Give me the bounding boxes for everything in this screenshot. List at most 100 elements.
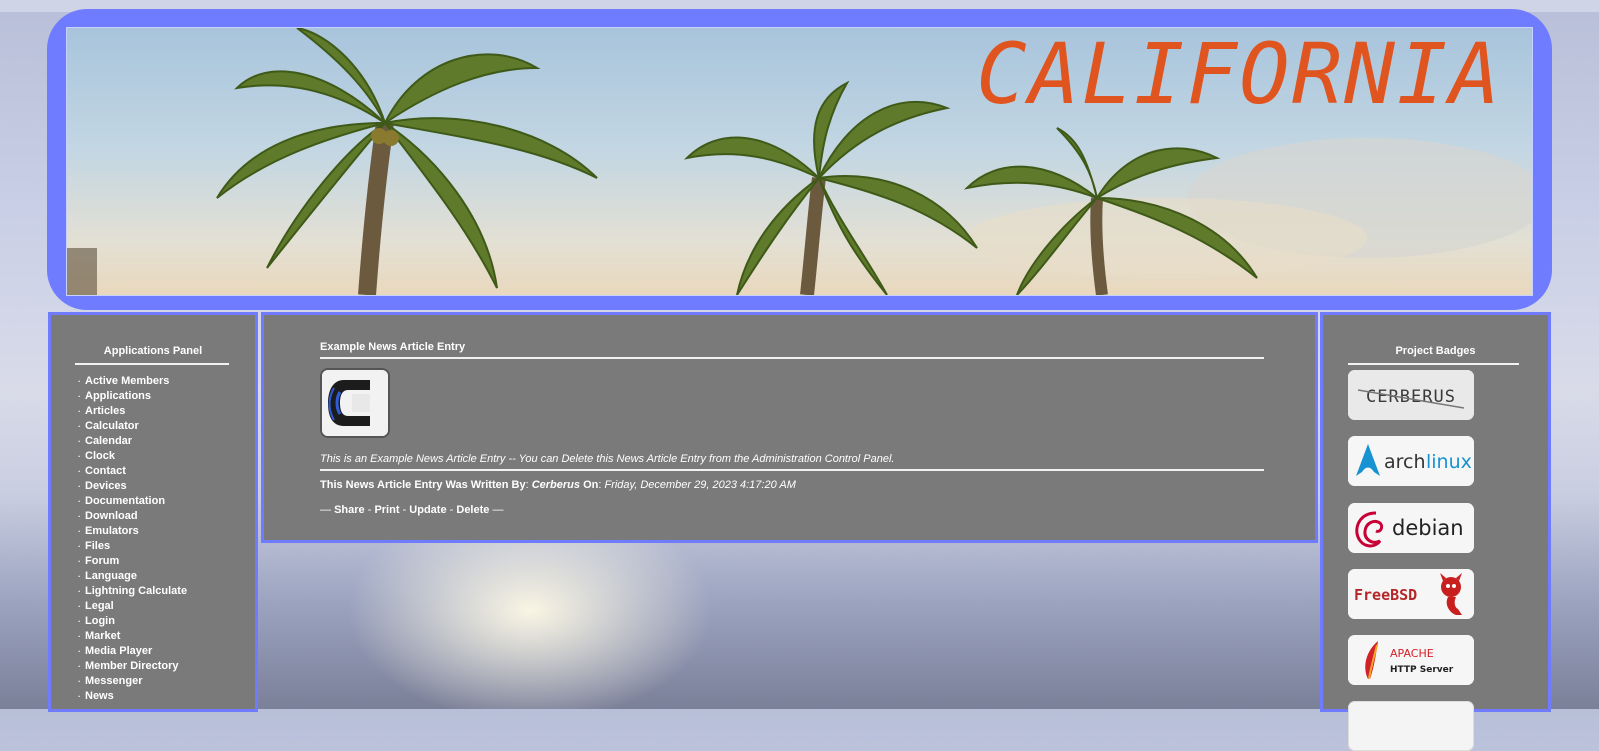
app-link-label: News xyxy=(85,690,114,702)
app-link-label: Calendar xyxy=(85,435,133,447)
update-link[interactable]: Update xyxy=(409,504,446,516)
bullet-icon: · xyxy=(78,632,81,641)
app-link-label: Emulators xyxy=(85,525,139,537)
apache-badge-text-a: APACHE xyxy=(1390,647,1434,660)
bullet-icon: · xyxy=(78,437,81,446)
app-link-label: Active Members xyxy=(85,375,170,387)
bullet-icon: · xyxy=(78,587,81,596)
article-date: Friday, December 29, 2023 4:17:20 AM xyxy=(604,479,796,491)
site-header: CALIFORNIA xyxy=(47,9,1552,310)
app-link-label: Download xyxy=(85,510,138,522)
app-link-contact[interactable]: · Contact xyxy=(78,464,187,479)
article-body: This is an Example News Article Entry --… xyxy=(320,453,895,465)
bullet-icon: · xyxy=(78,647,81,656)
app-link-label: Messenger xyxy=(85,675,143,687)
written-by-label: This News Article Entry Was Written By xyxy=(320,479,526,491)
news-article-panel: Example News Article Entry This is an Ex… xyxy=(261,312,1318,543)
freebsd-badge[interactable]: FreeBSD xyxy=(1348,569,1474,619)
debian-badge-text: debian xyxy=(1392,516,1464,540)
app-link-news[interactable]: · News xyxy=(78,689,187,704)
app-link-label: Devices xyxy=(85,480,127,492)
app-link-forum[interactable]: · Forum xyxy=(78,554,187,569)
project-badges-title: Project Badges xyxy=(1395,345,1476,357)
bullet-icon: · xyxy=(78,602,81,611)
app-link-login[interactable]: · Login xyxy=(78,614,187,629)
project-badges-panel: Project Badges CERBERUS arch linux debia… xyxy=(1320,312,1551,751)
app-link-member-directory[interactable]: · Member Directory xyxy=(78,659,187,674)
app-link-media-player[interactable]: · Media Player xyxy=(78,644,187,659)
on-label: On xyxy=(583,479,599,491)
app-link-emulators[interactable]: · Emulators xyxy=(78,524,187,539)
app-link-active-members[interactable]: · Active Members xyxy=(78,374,187,389)
app-link-language[interactable]: · Language xyxy=(78,569,187,584)
app-link-legal[interactable]: · Legal xyxy=(78,599,187,614)
actions-lead-dash: — xyxy=(320,504,331,516)
actions-separator: - xyxy=(402,504,407,516)
archlinux-badge-text-a: arch xyxy=(1384,451,1426,473)
panel-title-rule xyxy=(75,363,229,365)
banner-image: CALIFORNIA xyxy=(66,27,1533,296)
bullet-icon: · xyxy=(78,392,81,401)
app-link-applications[interactable]: · Applications xyxy=(78,389,187,404)
app-link-clock[interactable]: · Clock xyxy=(78,449,187,464)
apache-badge[interactable]: APACHE HTTP Server xyxy=(1348,635,1474,685)
freebsd-badge-text: FreeBSD xyxy=(1354,586,1417,604)
print-link[interactable]: Print xyxy=(374,504,399,516)
app-link-calculator[interactable]: · Calculator xyxy=(78,419,187,434)
apache-badge-text-b: HTTP Server xyxy=(1390,665,1454,675)
archlinux-badge-text-b: linux xyxy=(1426,451,1472,473)
article-title-rule xyxy=(320,357,1264,359)
share-link[interactable]: Share xyxy=(334,504,365,516)
bullet-icon: · xyxy=(78,407,81,416)
app-link-label: Media Player xyxy=(85,645,153,657)
article-actions: — Share - Print - Update - Delete — xyxy=(320,504,503,516)
banner-title: CALIFORNIA xyxy=(976,27,1502,123)
bullet-icon: · xyxy=(78,542,81,551)
bullet-icon: · xyxy=(78,512,81,521)
archlinux-badge[interactable]: arch linux xyxy=(1348,436,1474,486)
app-link-label: Lightning Calculate xyxy=(85,585,188,597)
bullet-icon: · xyxy=(78,572,81,581)
app-link-label: Login xyxy=(85,615,115,627)
bullet-icon: · xyxy=(78,557,81,566)
app-link-label: Files xyxy=(85,540,111,552)
applications-list: · Active Members · Applications · Articles · Ca… xyxy=(78,374,187,704)
delete-link[interactable]: Delete xyxy=(456,504,489,516)
bullet-icon: · xyxy=(78,692,81,701)
app-link-label: Articles xyxy=(85,405,126,417)
cerberus-badge[interactable]: CERBERUS xyxy=(1348,370,1474,420)
app-link-documentation[interactable]: · Documentation xyxy=(78,494,187,509)
article-author: Cerberus xyxy=(531,479,581,491)
app-link-label: Contact xyxy=(85,465,126,477)
app-link-download[interactable]: · Download xyxy=(78,509,187,524)
app-link-label: Legal xyxy=(85,600,114,612)
article-meta: This News Article Entry Was Written By: … xyxy=(320,479,796,491)
app-link-label: Member Directory xyxy=(85,660,179,672)
bullet-icon: · xyxy=(78,527,81,536)
bullet-icon: · xyxy=(78,497,81,506)
app-link-calendar[interactable]: · Calendar xyxy=(78,434,187,449)
app-link-lightning-calculate[interactable]: · Lightning Calculate xyxy=(78,584,187,599)
bullet-icon: · xyxy=(78,377,81,386)
app-link-label: Documentation xyxy=(85,495,166,507)
bullet-icon: · xyxy=(78,677,81,686)
actions-separator: - xyxy=(367,504,372,516)
app-link-devices[interactable]: · Devices xyxy=(78,479,187,494)
debian-badge[interactable]: debian xyxy=(1348,503,1474,553)
app-link-messenger[interactable]: · Messenger xyxy=(78,674,187,689)
app-link-articles[interactable]: · Articles xyxy=(78,404,187,419)
actions-trail-dash: — xyxy=(492,504,504,516)
app-link-label: Market xyxy=(85,630,121,642)
cerberus-logo-icon xyxy=(320,368,390,438)
bullet-icon: · xyxy=(78,452,81,461)
applications-panel: Applications Panel · Active Members · Appli… xyxy=(48,312,258,712)
app-link-label: Forum xyxy=(85,555,120,567)
app-link-market[interactable]: · Market xyxy=(78,629,187,644)
bullet-icon: · xyxy=(78,422,81,431)
applications-panel-title: Applications Panel xyxy=(103,345,203,357)
bullet-icon: · xyxy=(78,617,81,626)
app-link-label: Clock xyxy=(85,450,115,462)
app-link-files[interactable]: · Files xyxy=(78,539,187,554)
bullet-icon: · xyxy=(78,482,81,491)
bullet-icon: · xyxy=(78,662,81,671)
